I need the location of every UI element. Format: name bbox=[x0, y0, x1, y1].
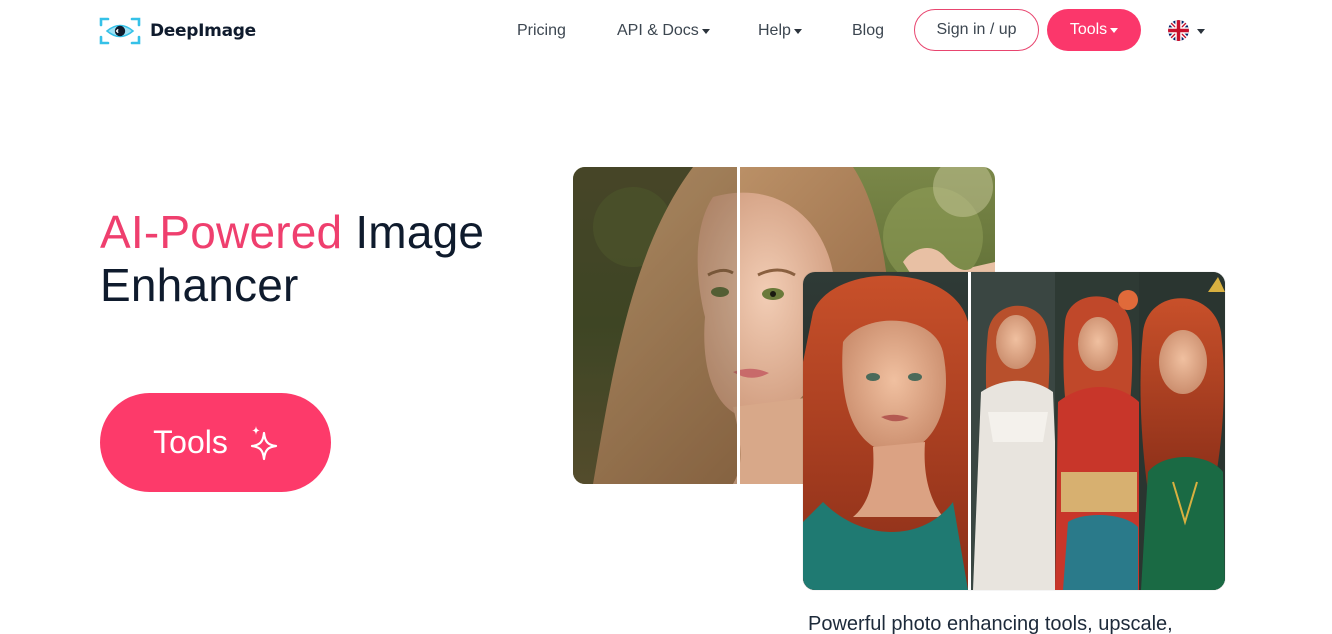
nav-pricing[interactable]: Pricing bbox=[517, 20, 566, 42]
nav-blog-label: Blog bbox=[852, 22, 885, 39]
hero-tagline: Powerful photo enhancing tools, upscale, bbox=[808, 613, 1173, 634]
caret-down-icon bbox=[701, 29, 710, 34]
uk-flag-icon bbox=[1168, 20, 1189, 41]
hero-title-line2: Enhancer bbox=[100, 259, 299, 311]
nav-blog[interactable]: Blog bbox=[852, 20, 884, 42]
tools-menu-button[interactable]: Tools bbox=[1047, 9, 1141, 51]
sparkles-icon bbox=[250, 425, 277, 460]
nav-pricing-label: Pricing bbox=[517, 22, 566, 39]
hero-tools-label: Tools bbox=[153, 424, 228, 460]
hero-title-word: Image bbox=[355, 206, 485, 258]
hero-title: AI-Powered Image Enhancer bbox=[100, 206, 484, 312]
eye-in-frame-icon bbox=[99, 17, 141, 45]
language-selector[interactable] bbox=[1168, 20, 1205, 41]
before-after-image-front bbox=[803, 272, 1225, 590]
nav-api-docs-label: API & Docs bbox=[617, 22, 699, 39]
sign-in-button[interactable]: Sign in / up bbox=[914, 9, 1039, 51]
caret-down-icon bbox=[1197, 28, 1205, 34]
hero-tools-button[interactable]: Tools bbox=[100, 393, 331, 492]
nav-help-label: Help bbox=[758, 22, 791, 39]
sign-in-label: Sign in / up bbox=[936, 21, 1017, 38]
hero-title-accent: AI-Powered bbox=[100, 206, 343, 258]
caret-down-icon bbox=[1110, 28, 1119, 33]
brand-logo[interactable]: DeepImage bbox=[99, 15, 256, 47]
tools-menu-label: Tools bbox=[1069, 21, 1108, 38]
nav-help[interactable]: Help bbox=[758, 20, 802, 42]
nav-api-docs[interactable]: API & Docs bbox=[617, 20, 710, 42]
caret-down-icon bbox=[793, 29, 802, 34]
brand-name: DeepImage bbox=[150, 21, 256, 41]
site-header: DeepImage Pricing API & Docs Help Blog S… bbox=[0, 0, 1332, 62]
